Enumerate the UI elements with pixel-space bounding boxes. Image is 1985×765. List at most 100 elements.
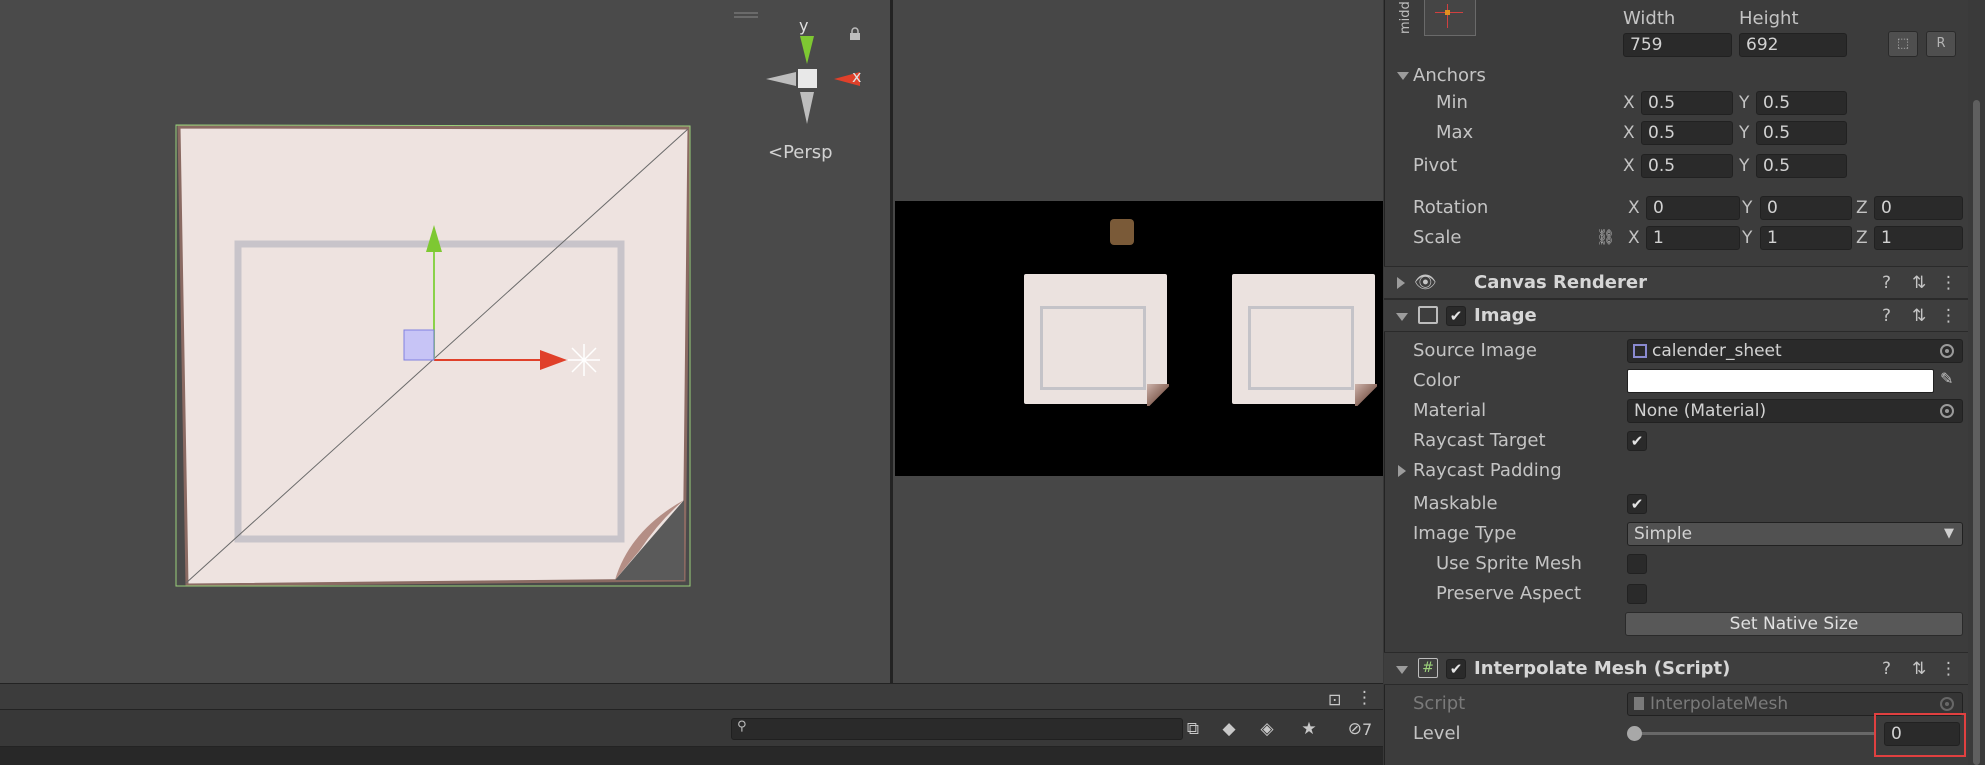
maskable-checkbox[interactable]: ✔: [1627, 494, 1647, 514]
axis-y-label: Y: [1739, 93, 1750, 113]
search-field[interactable]: ⚲: [731, 718, 1183, 740]
script-enabled-checkbox[interactable]: ✔: [1446, 659, 1466, 679]
xy-plane-handle: [403, 329, 435, 361]
scale-label: Scale: [1413, 227, 1462, 248]
pivot-x-field[interactable]: 0.5: [1641, 154, 1733, 178]
gizmo-x-label: x: [852, 67, 862, 86]
axis-z-label: Z: [1856, 198, 1868, 218]
eyedropper-icon[interactable]: ✎: [1940, 369, 1953, 388]
canvas-renderer-title: Canvas Renderer: [1474, 272, 1647, 293]
anchor-min-y-field[interactable]: 0.5: [1756, 91, 1847, 115]
image-type-value: Simple: [1634, 524, 1693, 544]
source-image-label: Source Image: [1413, 340, 1537, 361]
height-field[interactable]: 692: [1739, 33, 1847, 57]
collapse-chevron-icon[interactable]: [1396, 313, 1408, 321]
label-tag-icon[interactable]: ◈: [1254, 717, 1280, 741]
axis-x-label: X: [1628, 228, 1640, 248]
axis-x-label: X: [1623, 93, 1635, 113]
script-hash-icon: #: [1418, 658, 1438, 678]
help-icon[interactable]: ?: [1882, 659, 1891, 679]
interpolate-mesh-header[interactable]: # ✔ Interpolate Mesh (Script) ? ⇅ ⋮: [1384, 652, 1968, 685]
source-image-field[interactable]: calender_sheet: [1627, 339, 1963, 363]
filter-by-type-icon[interactable]: ◆: [1216, 717, 1242, 741]
blueprint-mode-button[interactable]: ⬚: [1888, 31, 1918, 57]
lock-icon[interactable]: ⊡: [1328, 690, 1341, 709]
raycast-padding-label[interactable]: Raycast Padding: [1413, 460, 1562, 481]
use-sprite-mesh-checkbox[interactable]: [1627, 554, 1647, 574]
search-input[interactable]: [754, 720, 1174, 738]
object-picker-icon[interactable]: [1940, 404, 1954, 418]
interpolate-mesh-title: Interpolate Mesh (Script): [1474, 658, 1731, 679]
drag-handle-icon[interactable]: [734, 12, 758, 18]
object-picker-icon: [1940, 697, 1954, 711]
object-picker-icon[interactable]: [1940, 344, 1954, 358]
expand-chevron-icon[interactable]: [1397, 277, 1405, 289]
presets-icon[interactable]: ⇅: [1912, 273, 1926, 293]
scene-view[interactable]: y x <Persp: [0, 0, 890, 683]
scale-x-field[interactable]: 1: [1646, 226, 1740, 250]
inspector-scroll-thumb[interactable]: [1973, 100, 1980, 765]
scene-canvas[interactable]: [0, 0, 890, 683]
script-value: InterpolateMesh: [1650, 694, 1789, 714]
image-type-dropdown[interactable]: Simple ▼: [1627, 522, 1963, 546]
preserve-aspect-label: Preserve Aspect: [1436, 583, 1582, 604]
context-menu-icon[interactable]: ⋮: [1940, 306, 1957, 326]
axis-x-label: X: [1623, 156, 1635, 176]
help-icon[interactable]: ?: [1882, 273, 1891, 293]
gizmo-negx-cone-icon: [766, 72, 796, 86]
projection-toggle[interactable]: <Persp: [768, 142, 833, 163]
level-slider-handle[interactable]: [1627, 726, 1642, 741]
collapse-chevron-icon[interactable]: [1396, 666, 1408, 674]
preserve-aspect-checkbox[interactable]: [1627, 584, 1647, 604]
rotation-z-field[interactable]: 0: [1874, 196, 1963, 220]
color-swatch[interactable]: [1627, 369, 1934, 393]
menu-icon[interactable]: ⋮: [1356, 688, 1373, 708]
raycast-padding-foldout-icon[interactable]: [1398, 465, 1406, 477]
axis-y-label: Y: [1742, 228, 1753, 248]
set-native-size-button[interactable]: Set Native Size: [1625, 612, 1963, 636]
canvas-renderer-header[interactable]: 👁 Canvas Renderer ? ⇅ ⋮: [1384, 266, 1968, 299]
card-preview: [1232, 274, 1377, 406]
orientation-gizmo: [766, 36, 860, 124]
context-menu-icon[interactable]: ⋮: [1940, 659, 1957, 679]
image-type-label: Image Type: [1413, 523, 1517, 544]
sprite-icon: [1633, 344, 1647, 358]
anchor-min-x-field[interactable]: 0.5: [1641, 91, 1733, 115]
maskable-label: Maskable: [1413, 493, 1498, 514]
constrain-proportions-icon[interactable]: ⛓: [1596, 228, 1615, 246]
level-slider-track[interactable]: [1634, 732, 1874, 735]
hidden-packages-toggle[interactable]: ⊘ 7: [1338, 717, 1382, 741]
width-field[interactable]: 759: [1623, 33, 1732, 57]
pivot-y-field[interactable]: 0.5: [1756, 154, 1847, 178]
anchor-max-y-field[interactable]: 0.5: [1756, 121, 1847, 145]
rotation-x-field[interactable]: 0: [1646, 196, 1740, 220]
search-by-type-icon[interactable]: ⧉: [1180, 717, 1206, 741]
scale-y-field[interactable]: 1: [1760, 226, 1852, 250]
context-menu-icon[interactable]: ⋮: [1940, 273, 1957, 293]
presets-icon[interactable]: ⇅: [1912, 306, 1926, 326]
scale-z-field[interactable]: 1: [1874, 226, 1963, 250]
material-field[interactable]: None (Material): [1627, 399, 1963, 423]
gizmo-negy-cone-icon: [800, 92, 814, 124]
image-component-icon: [1418, 306, 1438, 324]
help-icon[interactable]: ?: [1882, 306, 1891, 326]
anchor-max-label: Max: [1436, 122, 1474, 143]
image-title: Image: [1474, 305, 1537, 326]
anchors-foldout-icon[interactable]: [1397, 72, 1409, 80]
presets-icon[interactable]: ⇅: [1912, 659, 1926, 679]
image-component-header[interactable]: ✔ Image ? ⇅ ⋮: [1384, 299, 1968, 332]
anchor-preset-button[interactable]: [1424, 0, 1476, 36]
lock-icon[interactable]: [848, 26, 862, 40]
rotation-y-field[interactable]: 0: [1760, 196, 1852, 220]
axis-y-label: Y: [1739, 123, 1750, 143]
hidden-count: 7: [1362, 719, 1373, 739]
image-enabled-checkbox[interactable]: ✔: [1446, 306, 1466, 326]
raycast-target-checkbox[interactable]: ✔: [1627, 431, 1647, 451]
favorites-star-icon[interactable]: ★: [1296, 717, 1322, 741]
color-label: Color: [1413, 370, 1460, 391]
anchor-max-x-field[interactable]: 0.5: [1641, 121, 1733, 145]
raw-edit-button[interactable]: R: [1926, 31, 1956, 57]
rotation-label: Rotation: [1413, 197, 1489, 218]
use-sprite-mesh-label: Use Sprite Mesh: [1436, 553, 1582, 574]
gizmo-y-label: y: [799, 16, 809, 35]
